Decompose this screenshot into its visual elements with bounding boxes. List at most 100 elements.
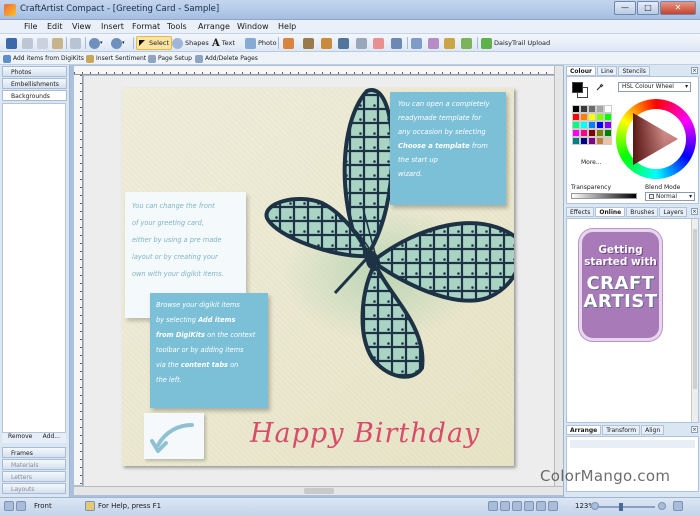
fit-window-icon[interactable] <box>673 501 683 511</box>
shapes-tool-button[interactable]: Shapes <box>172 36 209 50</box>
tab-align[interactable]: Align <box>641 425 665 435</box>
colour-swatch[interactable] <box>572 129 580 137</box>
colour-swatch[interactable] <box>572 121 580 129</box>
colour-mode-select[interactable]: HSL Colour Wheel ▾ <box>618 82 691 92</box>
tab-layouts[interactable]: Layouts <box>2 483 66 494</box>
colour-swatch[interactable] <box>580 105 588 113</box>
tab-brushes[interactable]: Brushes <box>626 207 659 217</box>
colour-swatch[interactable] <box>580 121 588 129</box>
menu-insert[interactable]: Insert <box>101 22 124 31</box>
format-painter-button[interactable] <box>70 36 81 50</box>
cut-button[interactable] <box>22 36 33 50</box>
undo-button[interactable]: ▾ <box>89 36 103 50</box>
colour-swatch[interactable] <box>572 137 580 145</box>
colour-swatch[interactable] <box>588 105 596 113</box>
tab-frames[interactable]: Frames <box>2 447 66 458</box>
arrow-note[interactable] <box>144 413 204 459</box>
cutter-tool-button[interactable] <box>356 36 367 50</box>
colour-palette[interactable] <box>572 105 612 155</box>
photo-tool-button[interactable]: Photo <box>245 36 277 50</box>
tab-line[interactable]: Line <box>596 66 618 76</box>
zoom-in-icon[interactable] <box>658 502 666 510</box>
happy-birthday-text[interactable]: Happy Birthday <box>250 418 480 449</box>
colour-swatch[interactable] <box>604 129 612 137</box>
panel-menu-button[interactable]: × <box>691 208 698 215</box>
tab-stencils[interactable]: Stencils <box>618 66 650 76</box>
tab-online[interactable]: Online <box>595 207 626 217</box>
zoom-width-icon[interactable] <box>548 501 558 511</box>
zoom-fit-icon[interactable] <box>524 501 534 511</box>
redo-button[interactable]: ▾ <box>111 36 125 50</box>
colour-swatch[interactable] <box>588 129 596 137</box>
digikit-tip-note[interactable]: Browse your digikit items by selecting A… <box>150 293 268 408</box>
eraser-tool-button[interactable] <box>373 36 384 50</box>
tab-backgrounds[interactable]: Backgrounds <box>2 90 67 101</box>
colour-swatch[interactable] <box>580 129 588 137</box>
more-colours-button[interactable]: More... <box>581 159 602 166</box>
scroll-thumb[interactable] <box>304 488 334 494</box>
colour-swatch[interactable] <box>604 113 612 121</box>
colour-swatch[interactable] <box>580 113 588 121</box>
tab-effects[interactable]: Effects <box>566 207 595 217</box>
crop-tool-button[interactable] <box>391 36 402 50</box>
colour-swatch[interactable] <box>604 105 612 113</box>
colour-swatch[interactable] <box>596 113 604 121</box>
remove-button[interactable]: Remove <box>8 433 32 443</box>
add-button[interactable]: Add... <box>43 433 60 443</box>
brush-tool-button[interactable] <box>283 36 294 50</box>
menu-format[interactable]: Format <box>132 22 160 31</box>
colour-swatch[interactable] <box>588 121 596 129</box>
colour-swatch[interactable] <box>572 105 580 113</box>
minimize-button[interactable]: — <box>614 1 636 15</box>
tab-letters[interactable]: Letters <box>2 471 66 482</box>
colour-swatch[interactable] <box>604 121 612 129</box>
colour-swatch[interactable] <box>580 137 588 145</box>
stamp-tool-button[interactable] <box>444 36 455 50</box>
colour-swatch[interactable] <box>588 137 596 145</box>
paintbrush-tool-button[interactable] <box>303 36 314 50</box>
prev-page-icon[interactable] <box>4 501 14 511</box>
colour-swatch[interactable] <box>596 121 604 129</box>
blend-mode-select[interactable]: Normal ▾ <box>645 192 695 201</box>
line-swatch[interactable] <box>572 82 583 93</box>
select-tool-button[interactable]: Select <box>136 36 173 50</box>
pen-tool-button[interactable] <box>338 36 349 50</box>
panel-menu-button[interactable]: × <box>691 426 698 433</box>
view-icon[interactable] <box>488 501 498 511</box>
daisytrail-upload-button[interactable]: DaisyTrail Upload <box>481 36 550 50</box>
menu-file[interactable]: File <box>24 22 37 31</box>
tab-arrange[interactable]: Arrange <box>566 425 602 435</box>
menu-edit[interactable]: Edit <box>47 22 63 31</box>
pencil-tool-button[interactable] <box>321 36 332 50</box>
vertical-ruler[interactable] <box>74 75 83 485</box>
add-items-button[interactable]: Add items from DigiKits <box>3 53 84 64</box>
menu-help[interactable]: Help <box>278 22 296 31</box>
menu-arrange[interactable]: Arrange <box>198 22 230 31</box>
template-tip-note[interactable]: You can open a completely readymade temp… <box>390 92 506 205</box>
colour-swatch[interactable] <box>588 113 596 121</box>
page-indicator[interactable]: Front <box>34 502 52 510</box>
tab-embellishments[interactable]: Embellishments <box>2 78 67 89</box>
page-setup-button[interactable]: Page Setup <box>148 53 192 64</box>
sticker-tool-button[interactable] <box>461 36 472 50</box>
menu-view[interactable]: View <box>72 22 91 31</box>
menu-tools[interactable]: Tools <box>167 22 187 31</box>
pan-icon[interactable] <box>512 501 522 511</box>
backgrounds-gallery[interactable] <box>2 103 66 433</box>
tab-photos[interactable]: Photos <box>2 66 67 77</box>
app-icon[interactable] <box>4 4 16 16</box>
greeting-card-page[interactable]: You can open a completely readymade temp… <box>122 88 514 466</box>
eyedropper-icon[interactable] <box>596 83 604 91</box>
add-delete-pages-button[interactable]: Add/Delete Pages <box>195 53 258 64</box>
horizontal-scrollbar[interactable] <box>74 486 563 495</box>
paste-button[interactable] <box>52 36 63 50</box>
online-scrollbar[interactable] <box>691 219 698 422</box>
eye-icon[interactable] <box>500 501 510 511</box>
vertical-scrollbar[interactable] <box>554 66 563 486</box>
tab-materials[interactable]: Materials <box>2 459 66 470</box>
colour-swatch[interactable] <box>604 137 612 145</box>
tab-layers[interactable]: Layers <box>659 207 688 217</box>
getting-started-promo[interactable]: Getting started with CRAFT ARTIST <box>579 229 662 341</box>
transparency-slider[interactable] <box>571 193 637 199</box>
hsl-colour-wheel[interactable] <box>616 99 696 179</box>
